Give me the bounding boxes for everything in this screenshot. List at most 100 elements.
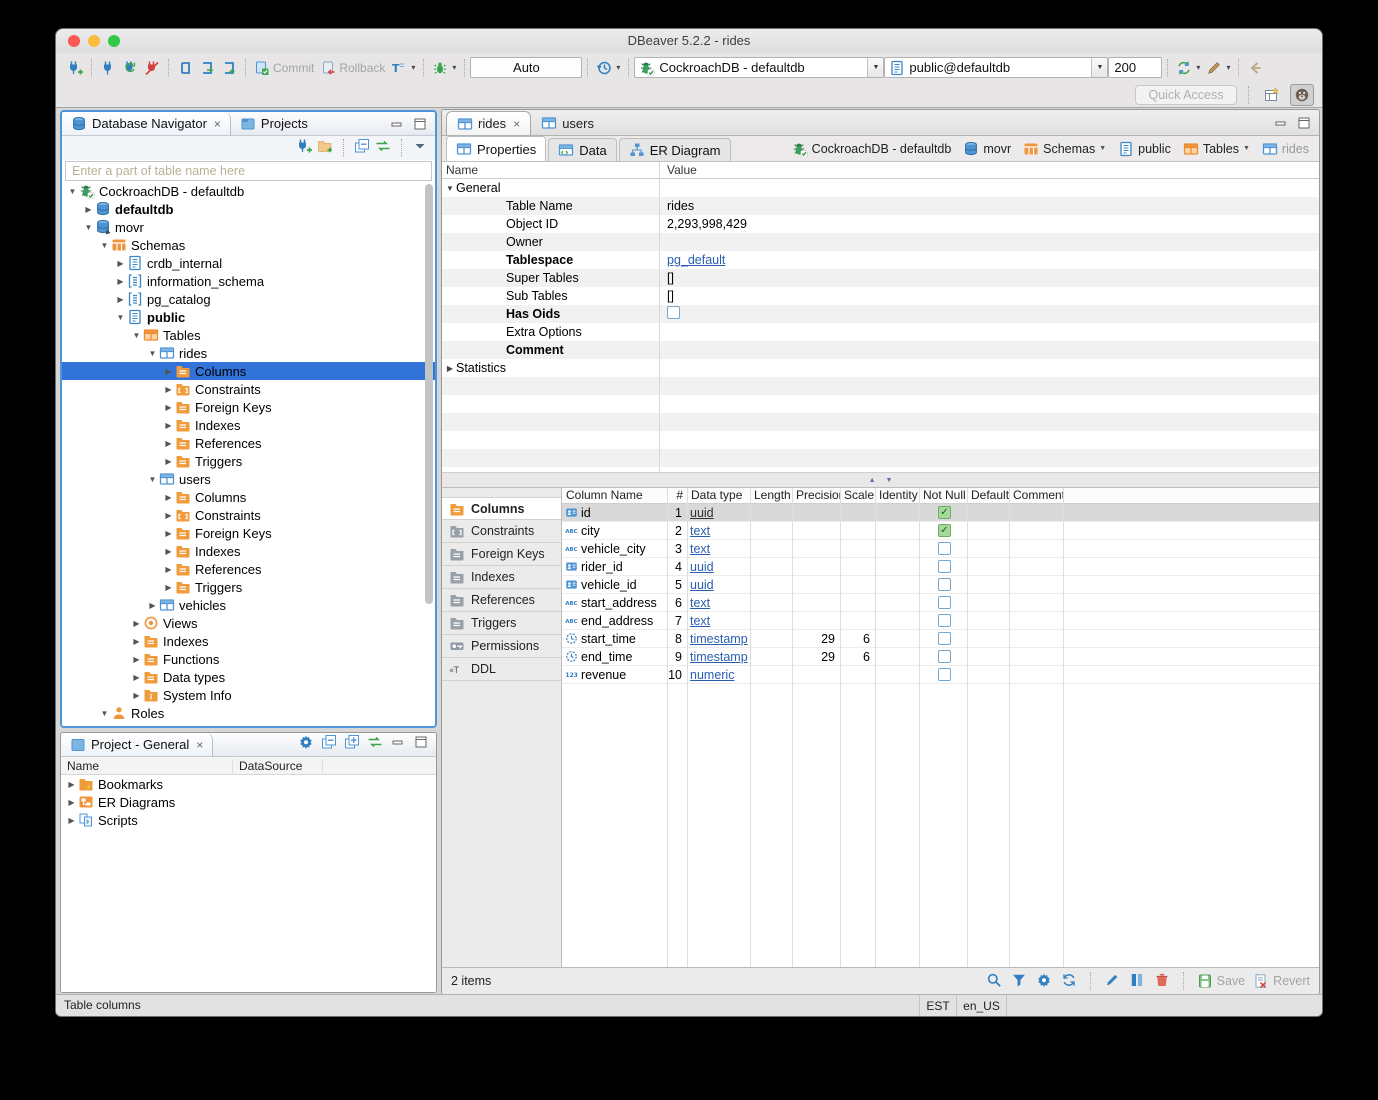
- project-item-er-diagrams[interactable]: ▶ER Diagrams: [61, 793, 436, 811]
- tree-item-constraints[interactable]: ▶Constraints: [62, 380, 435, 398]
- tree-item-views[interactable]: ▶Views: [62, 614, 435, 632]
- collapse-arrow-icon[interactable]: ▼: [66, 187, 79, 196]
- grid-header-precision[interactable]: Precision: [792, 488, 840, 503]
- expand-arrow-icon[interactable]: ▶: [114, 295, 127, 304]
- column-row-end-time[interactable]: end_time9timestamp296: [562, 648, 1319, 666]
- back-history-button[interactable]: [1244, 57, 1266, 79]
- dropdown-arrow-icon[interactable]: ▾: [452, 63, 456, 72]
- breadcrumb-movr[interactable]: movr: [963, 141, 1011, 157]
- property-row-super-tables[interactable]: Super Tables[]: [442, 269, 1319, 287]
- tree-item-data-types[interactable]: ▶Data types: [62, 668, 435, 686]
- expand-arrow-icon[interactable]: ▶: [162, 565, 175, 574]
- data-type-link[interactable]: text: [690, 614, 710, 628]
- quick-access-field[interactable]: Quick Access: [1135, 85, 1237, 105]
- column-row-vehicle-id[interactable]: vehicle_id5uuid: [562, 576, 1319, 594]
- editor-tab-users[interactable]: users: [531, 111, 604, 135]
- breadcrumb-cockroachdb-defaultdb[interactable]: CockroachDB - defaultdb: [792, 141, 952, 157]
- property-value-link[interactable]: pg_default: [667, 253, 725, 267]
- collapse-arrow-icon[interactable]: ▼: [130, 331, 143, 340]
- grid-header-[interactable]: #: [667, 488, 687, 503]
- property-row-owner[interactable]: Owner: [442, 233, 1319, 251]
- autocommit-combo[interactable]: Auto: [470, 57, 582, 78]
- not-null-checkbox[interactable]: [938, 632, 951, 645]
- grid-header-length[interactable]: Length: [750, 488, 792, 503]
- dropdown-arrow-icon[interactable]: ▼: [1243, 145, 1250, 152]
- side-tab-references[interactable]: References: [442, 589, 561, 612]
- collapse-all-button[interactable]: [321, 734, 337, 755]
- property-checkbox[interactable]: [667, 306, 680, 319]
- tree-item-system-info[interactable]: ▶System Info: [62, 686, 435, 704]
- not-null-checkbox[interactable]: [938, 560, 951, 573]
- close-icon[interactable]: ×: [513, 117, 520, 131]
- property-row-has-oids[interactable]: Has Oids: [442, 305, 1319, 323]
- splitter-sash[interactable]: ▲▼: [442, 472, 1319, 488]
- collapse-arrow-icon[interactable]: ▼: [98, 709, 111, 718]
- expand-arrow-icon[interactable]: ▶: [162, 547, 175, 556]
- new-connection-button[interactable]: [296, 138, 312, 159]
- not-null-checkbox[interactable]: [938, 614, 951, 627]
- maximize-view-icon[interactable]: [1296, 115, 1312, 131]
- grid-header-default[interactable]: Default: [967, 488, 1009, 503]
- grid-header-scale[interactable]: Scale: [840, 488, 875, 503]
- zoom-window-button[interactable]: [108, 35, 120, 47]
- expand-arrow-icon[interactable]: ▶: [146, 601, 159, 610]
- fetch-size-input[interactable]: [1108, 57, 1162, 78]
- not-null-checkbox[interactable]: [938, 668, 951, 681]
- property-row-comment[interactable]: Comment: [442, 341, 1319, 359]
- table-filter-input[interactable]: [65, 161, 432, 181]
- expand-arrow-icon[interactable]: ▶: [130, 619, 143, 628]
- project-datasource-column-header[interactable]: DataSource: [233, 759, 323, 773]
- data-type-link[interactable]: numeric: [690, 668, 734, 682]
- expand-arrow-icon[interactable]: ▶: [114, 277, 127, 286]
- combo-arrow-icon[interactable]: ▼: [867, 58, 883, 77]
- close-window-button[interactable]: [68, 35, 80, 47]
- title-bar[interactable]: DBeaver 5.2.2 - rides: [56, 29, 1322, 53]
- tab-database-navigator[interactable]: Database Navigator ×: [62, 112, 231, 135]
- tree-item-references[interactable]: ▶References: [62, 434, 435, 452]
- column-row-id[interactable]: id1uuid: [562, 504, 1319, 522]
- minimize-view-icon[interactable]: [389, 116, 405, 132]
- expand-arrow-icon[interactable]: ▶: [162, 583, 175, 592]
- tab-projects[interactable]: Projects: [231, 112, 317, 135]
- locale-indicator[interactable]: en_US: [957, 995, 1007, 1016]
- tree-item-indexes[interactable]: ▶Indexes: [62, 416, 435, 434]
- column-config-button[interactable]: [1129, 972, 1145, 991]
- expand-arrow-icon[interactable]: ▶: [130, 655, 143, 664]
- column-row-revenue[interactable]: 123revenue10numeric: [562, 666, 1319, 684]
- expand-arrow-icon[interactable]: ▶: [130, 691, 143, 700]
- expand-arrow-icon[interactable]: ▶: [65, 798, 78, 807]
- tree-item-columns[interactable]: ▶Columns: [62, 362, 435, 380]
- rollback-button[interactable]: Rollback: [317, 57, 388, 79]
- expand-arrow-icon[interactable]: ▶: [162, 385, 175, 394]
- expand-arrow-icon[interactable]: ▶: [162, 367, 175, 376]
- project-item-bookmarks[interactable]: ▶Bookmarks: [61, 775, 436, 793]
- breadcrumb-public[interactable]: public: [1118, 141, 1171, 157]
- settings-gear-button[interactable]: [298, 734, 314, 755]
- link-editor-button[interactable]: [367, 734, 383, 755]
- data-type-link[interactable]: timestamp: [690, 632, 748, 646]
- dropdown-arrow-icon[interactable]: ▾: [411, 63, 415, 72]
- not-null-checkbox[interactable]: [938, 650, 951, 663]
- transaction-history-button[interactable]: ▾: [593, 57, 623, 79]
- expand-arrow-icon[interactable]: ▶: [162, 403, 175, 412]
- not-null-checkbox[interactable]: [938, 542, 951, 555]
- not-null-checkbox[interactable]: [938, 596, 951, 609]
- tree-item-constraints[interactable]: ▶Constraints: [62, 506, 435, 524]
- grid-header-data-type[interactable]: Data type: [687, 488, 750, 503]
- property-row-statistics[interactable]: ▶Statistics: [442, 359, 1319, 377]
- not-null-checkbox[interactable]: [938, 524, 951, 537]
- breadcrumb-schemas[interactable]: Schemas▼: [1023, 141, 1106, 157]
- dropdown-arrow-icon[interactable]: ▾: [1196, 63, 1200, 72]
- minimize-view-button[interactable]: [390, 734, 406, 755]
- expand-arrow-icon[interactable]: ▶: [162, 529, 175, 538]
- side-tab-columns[interactable]: Columns: [442, 497, 561, 520]
- collapse-arrow-icon[interactable]: ▼: [146, 475, 159, 484]
- column-row-rider-id[interactable]: rider_id4uuid: [562, 558, 1319, 576]
- not-null-checkbox[interactable]: [938, 506, 951, 519]
- expand-arrow-icon[interactable]: ▶: [82, 205, 95, 214]
- revert-button[interactable]: Revert: [1253, 973, 1310, 989]
- project-item-scripts[interactable]: ▶Scripts: [61, 811, 436, 829]
- data-type-link[interactable]: text: [690, 542, 710, 556]
- tree-item-users[interactable]: ▼users: [62, 470, 435, 488]
- tab-data[interactable]: Data: [548, 138, 616, 161]
